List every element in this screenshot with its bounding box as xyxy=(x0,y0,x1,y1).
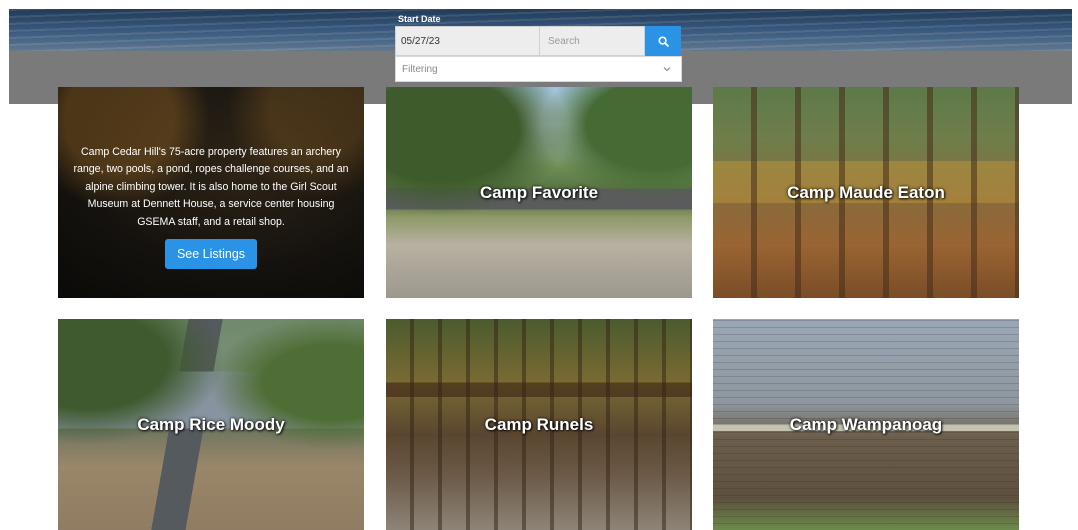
camp-card-wampanoag[interactable]: Camp Wampanoag xyxy=(713,319,1019,530)
start-date-input[interactable] xyxy=(395,26,539,56)
camp-card-favorite[interactable]: Camp Favorite xyxy=(386,87,692,298)
intro-card: Camp Cedar Hill's 75-acre property featu… xyxy=(58,87,364,298)
camp-card-title: Camp Maude Eaton xyxy=(787,182,945,202)
search-bar xyxy=(395,26,681,56)
search-input[interactable] xyxy=(539,26,645,56)
camp-card-title: Camp Runels xyxy=(484,414,594,434)
filter-dropdown[interactable]: Filtering xyxy=(395,56,682,82)
camp-card-title: Camp Favorite xyxy=(479,182,599,202)
start-date-label: Start Date xyxy=(398,14,441,24)
intro-description: Camp Cedar Hill's 75-acre property featu… xyxy=(73,145,349,228)
camp-card-title: Camp Wampanoag xyxy=(789,414,943,434)
camp-card-rice-moody[interactable]: Camp Rice Moody xyxy=(58,319,364,530)
filter-placeholder: Filtering xyxy=(402,63,438,75)
camp-card-runels[interactable]: Camp Runels xyxy=(386,319,692,530)
chevron-down-icon xyxy=(663,67,671,72)
camp-card-maude-eaton[interactable]: Camp Maude Eaton xyxy=(713,87,1019,298)
search-icon xyxy=(657,35,669,47)
camp-card-title: Camp Rice Moody xyxy=(137,414,285,434)
see-listings-button[interactable]: See Listings xyxy=(164,239,258,270)
search-button[interactable] xyxy=(645,26,681,56)
